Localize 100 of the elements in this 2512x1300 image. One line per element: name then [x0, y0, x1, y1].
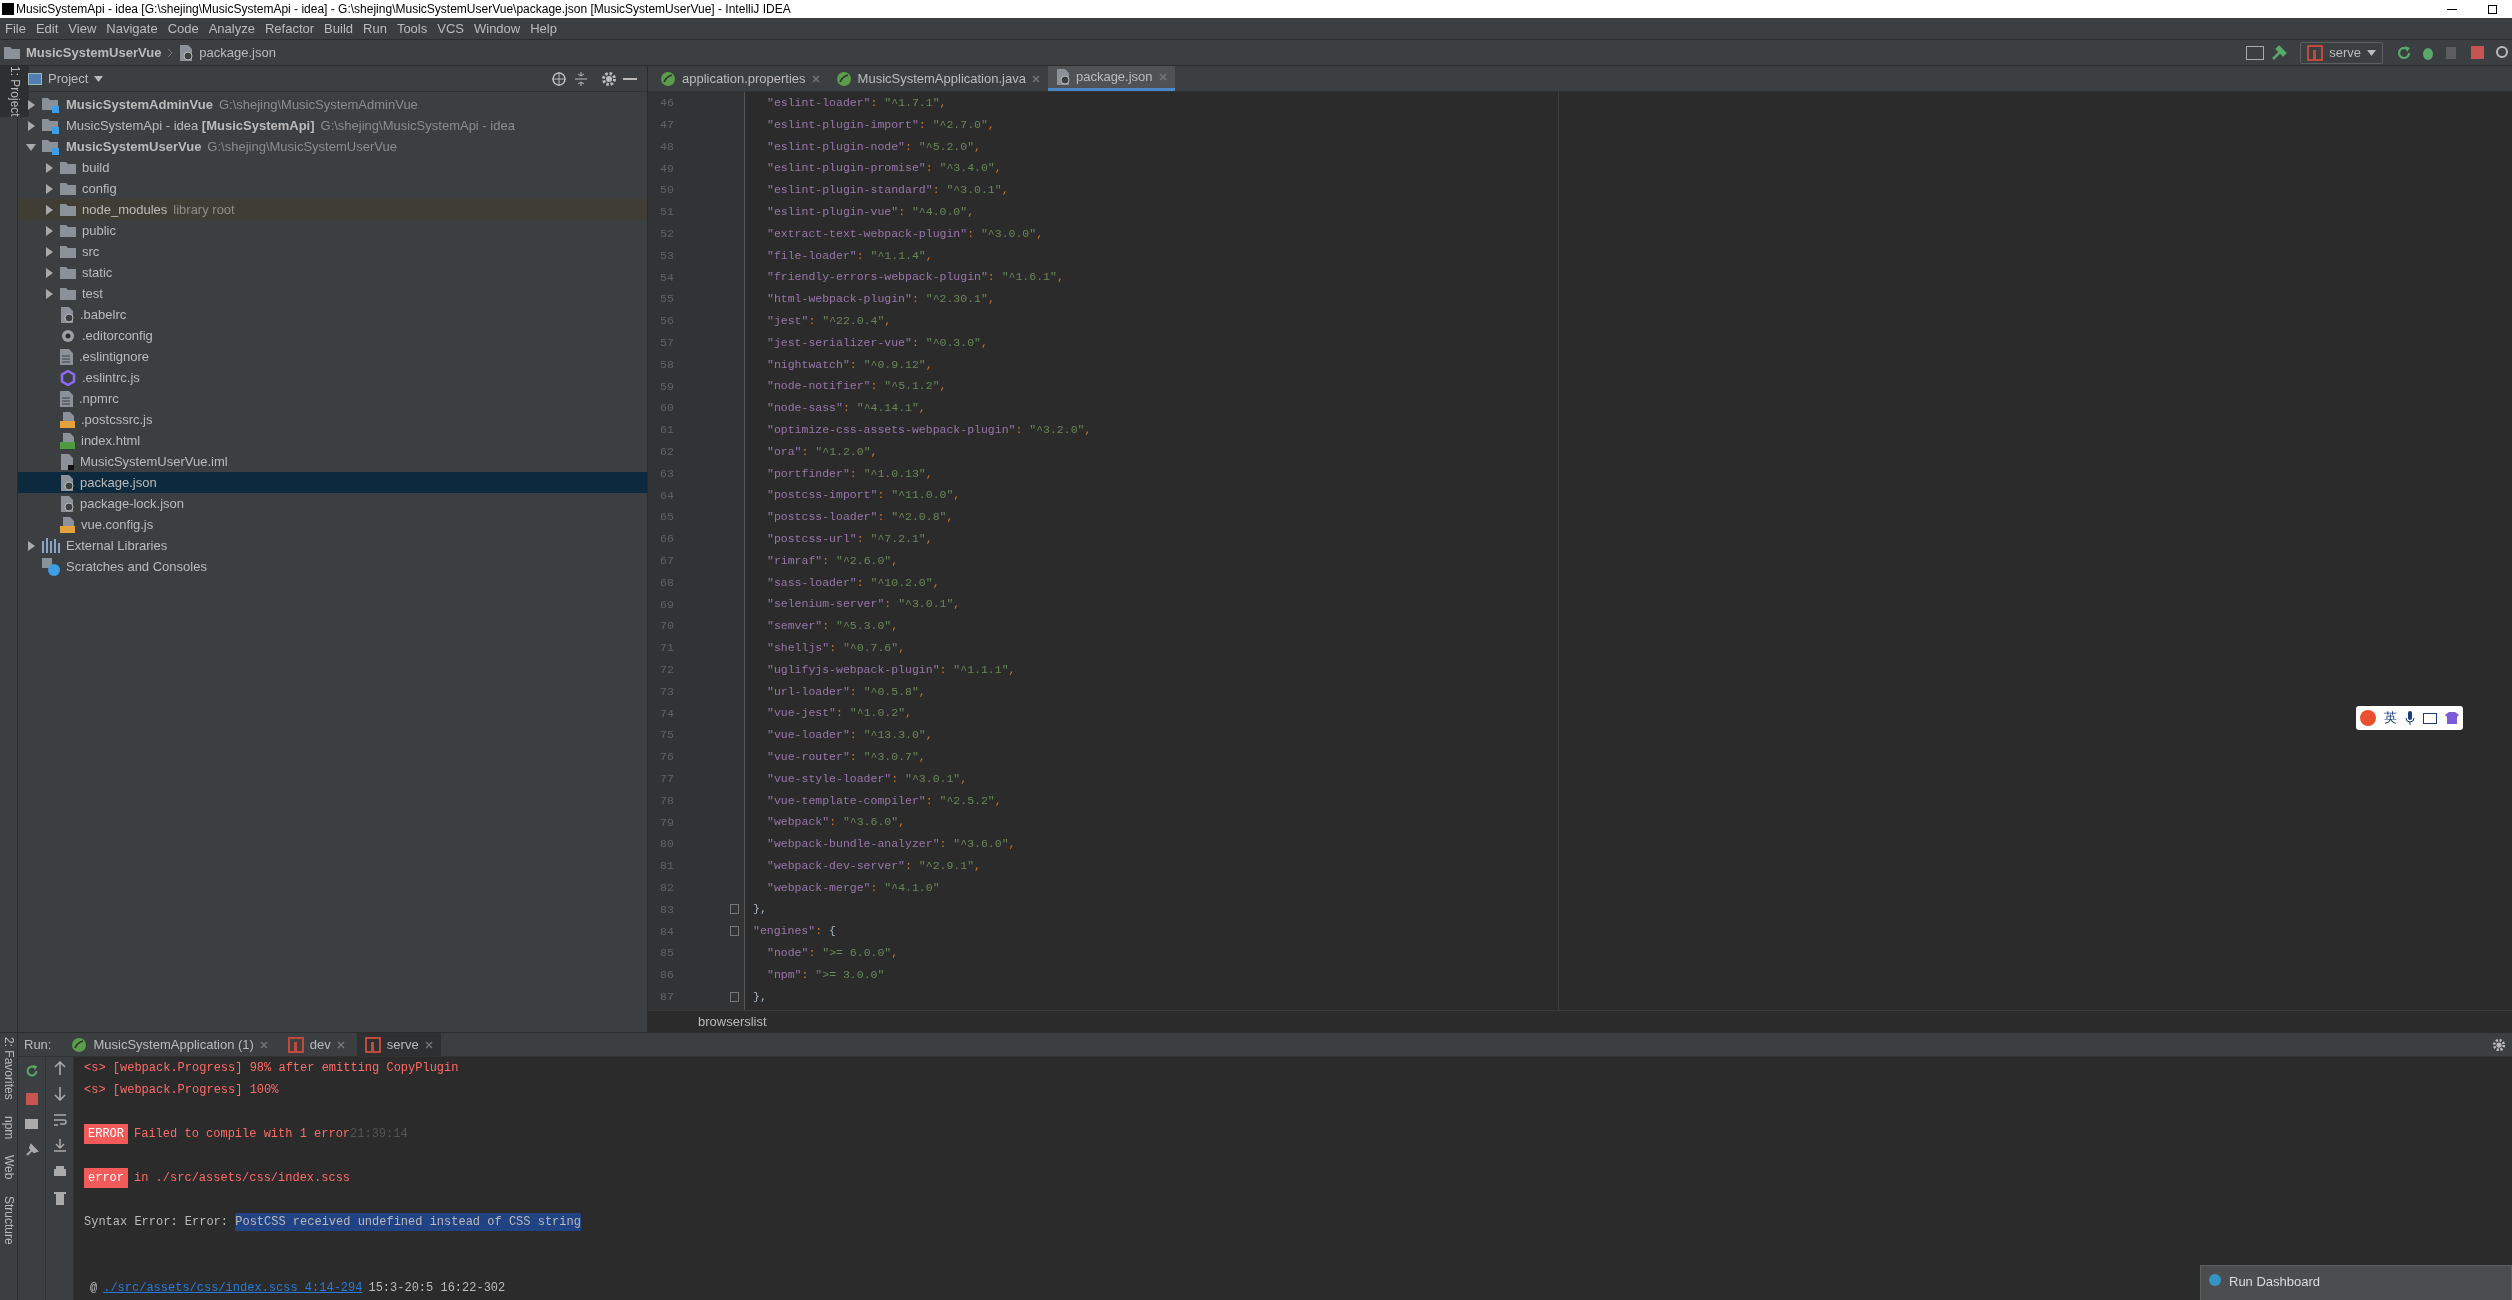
folder-icon [60, 287, 76, 300]
tree-item[interactable]: .eslintignore [18, 346, 647, 367]
tree-item[interactable]: package-lock.json [18, 493, 647, 514]
folder-icon [60, 203, 76, 216]
collapsed-arrow-icon[interactable] [44, 183, 54, 194]
tree-item[interactable]: build [18, 157, 647, 178]
breadcrumb-item[interactable]: MusicSystemUserVue [26, 42, 162, 63]
crosshair-icon[interactable] [551, 70, 567, 87]
tree-item[interactable]: static [18, 262, 647, 283]
menu-item[interactable]: Run [358, 18, 392, 39]
menu-item[interactable]: File [0, 18, 31, 39]
close-icon[interactable] [259, 1040, 268, 1049]
up-arrow-icon[interactable] [53, 1061, 66, 1075]
tree-item[interactable]: public [18, 220, 647, 241]
menu-item[interactable]: Navigate [101, 18, 163, 39]
breadcrumb-item[interactable]: package.json [199, 42, 276, 63]
settings-icon[interactable] [2492, 1037, 2506, 1052]
tree-item[interactable]: Scratches and Consoles [18, 556, 647, 577]
tree-item[interactable]: vue.config.js [18, 514, 647, 535]
menu-item[interactable]: Build [319, 18, 358, 39]
tree-item[interactable]: node_modules library root [18, 199, 647, 220]
menu-item[interactable]: VCS [432, 18, 469, 39]
microphone-icon[interactable] [2405, 711, 2415, 725]
collapsed-arrow-icon[interactable] [44, 204, 54, 215]
collapsed-arrow-icon[interactable] [44, 225, 54, 236]
tool-window-tab[interactable]: Structure [0, 1195, 17, 1245]
menu-item[interactable]: Help [525, 18, 562, 39]
file-link[interactable]: ./src/assets/css/index.scss 4:14-294 [103, 1279, 363, 1297]
menu-item[interactable]: View [63, 18, 102, 39]
minimize-icon[interactable] [623, 77, 637, 80]
hammer-icon[interactable] [2270, 43, 2289, 62]
editor-tab[interactable]: application.properties [652, 66, 828, 91]
tree-item[interactable]: index.html [18, 430, 647, 451]
menu-item[interactable]: Code [162, 18, 204, 39]
collapsed-arrow-icon[interactable] [26, 120, 36, 131]
run-config-dropdown[interactable]: serve [2300, 41, 2383, 64]
down-arrow-icon[interactable] [53, 1087, 66, 1101]
fold-icon[interactable] [730, 904, 739, 915]
tree-item[interactable]: .babelrc [18, 304, 647, 325]
fold-icon[interactable] [730, 926, 739, 937]
collapsed-arrow-icon[interactable] [26, 99, 36, 110]
collapsed-arrow-icon[interactable] [44, 288, 54, 299]
tree-item[interactable]: .editorconfig [18, 325, 647, 346]
collapsed-arrow-icon[interactable] [44, 162, 54, 173]
input-method-logo-icon[interactable] [2360, 710, 2376, 726]
tree-item[interactable]: .eslintrc.js [18, 367, 647, 388]
ime-language[interactable]: 英 [2384, 708, 2397, 728]
keyboard-icon[interactable] [2423, 712, 2437, 724]
tool-window-tab[interactable]: Web [0, 1155, 17, 1180]
trash-icon[interactable] [53, 1191, 66, 1205]
code-line: "uglifyjs-webpack-plugin": "^1.1.1", [766, 661, 1016, 678]
tool-window-tab[interactable]: npm [0, 1115, 17, 1140]
tree-item[interactable]: package.json [18, 472, 647, 493]
tree-item[interactable]: MusicSystemUserVue G:\shejing\MusicSystemUserVue [18, 136, 647, 157]
close-icon[interactable] [1031, 74, 1040, 83]
terminal-icon[interactable] [2246, 45, 2265, 60]
collapsed-arrow-icon[interactable] [44, 267, 54, 278]
menu-item[interactable]: Analyze [203, 18, 260, 39]
expanded-arrow-icon[interactable] [26, 141, 36, 152]
printer-icon[interactable] [52, 1165, 67, 1179]
close-icon[interactable] [336, 1040, 345, 1049]
shirt-icon[interactable] [2445, 712, 2459, 724]
menu-item[interactable]: Edit [30, 18, 64, 39]
menu-item[interactable]: Tools [391, 18, 433, 39]
collapsed-arrow-icon[interactable] [44, 246, 54, 257]
tree-item[interactable]: .npmrc [18, 388, 647, 409]
rerun-icon[interactable] [2395, 43, 2413, 62]
collapsed-arrow-icon[interactable] [26, 540, 36, 551]
run-tab[interactable]: dev [279, 1033, 353, 1056]
close-icon[interactable] [424, 1040, 433, 1049]
hexagon-file-icon [60, 369, 76, 386]
tool-window-tab[interactable]: 2: Favorites [0, 1037, 17, 1100]
wrap-icon[interactable] [52, 1113, 67, 1127]
tree-item[interactable]: .postcssrc.js [18, 409, 647, 430]
tree-item[interactable]: src [18, 241, 647, 262]
tree-item-path: G:\shejing\MusicSystemUserVue [207, 137, 397, 156]
stop-icon[interactable] [25, 1093, 38, 1105]
settings-icon[interactable] [601, 70, 617, 87]
editor-tab[interactable]: MusicSystemApplication.java [827, 66, 1048, 91]
editor-tab[interactable]: package.json [1047, 66, 1175, 91]
tree-item[interactable]: MusicSystemUserVue.iml [18, 451, 647, 472]
code-line: "portfinder": "^1.0.13", [766, 465, 933, 482]
project-view-dropdown[interactable]: Project [48, 68, 104, 89]
tool-window-tab[interactable]: 1: Project [0, 66, 29, 117]
scroll-to-end-icon[interactable] [52, 1139, 67, 1153]
menu-item[interactable]: Window [468, 18, 526, 39]
tree-item[interactable]: MusicSystemApi - idea [MusicSystemApi] G:\shejing\MusicSystemApi - idea [18, 115, 647, 136]
tree-item[interactable]: config [18, 178, 647, 199]
collapse-all-icon[interactable] [573, 70, 589, 87]
run-tab[interactable]: serve [356, 1033, 441, 1056]
tree-item[interactable]: test [18, 283, 647, 304]
menu-item[interactable]: Refactor [259, 18, 320, 39]
structure-breadcrumb[interactable]: browserslist [698, 1011, 767, 1032]
close-icon[interactable] [811, 74, 820, 83]
tree-item-path: G:\shejing\MusicSystemApi - idea [320, 116, 515, 135]
fold-icon[interactable] [730, 991, 739, 1002]
tree-item[interactable]: External Libraries [18, 535, 647, 556]
pin-icon[interactable] [24, 1143, 39, 1157]
notification-popup[interactable]: Run Dashboard [2200, 1265, 2512, 1300]
run-tab[interactable]: MusicSystemApplication (1) [63, 1033, 276, 1056]
